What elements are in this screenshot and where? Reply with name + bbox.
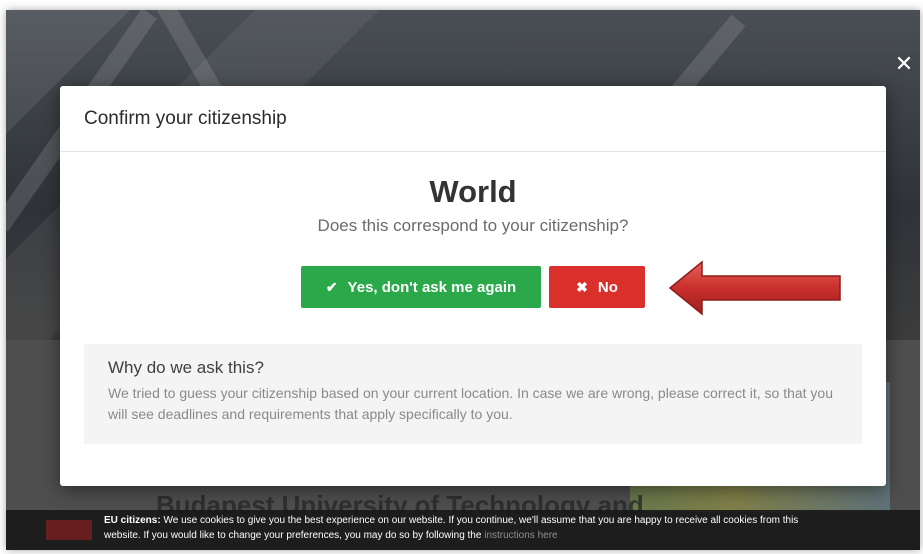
cookie-bar: EU citizens: We use cookies to give you … [6, 510, 920, 550]
cookie-logo [46, 520, 92, 540]
no-button[interactable]: ✖ No [549, 266, 645, 308]
times-icon: ✖ [576, 278, 588, 295]
citizenship-question: Does this correspond to your citizenship… [317, 216, 629, 235]
why-text: We tried to guess your citizenship based… [108, 385, 834, 422]
cookie-text: We use cookies to give you the best expe… [160, 515, 799, 526]
cookie-text: website. If you would like to change you… [104, 530, 485, 541]
why-box: Why do we ask this? We tried to guess yo… [84, 344, 862, 444]
cookie-instructions-link[interactable]: instructions here [484, 530, 557, 541]
close-icon[interactable]: ✕ [894, 53, 914, 75]
cookie-label: EU citizens: [104, 515, 161, 526]
yes-button-label: Yes, don't ask me again [347, 278, 517, 296]
modal-header: Confirm your citizenship [60, 86, 886, 152]
check-icon: ✔ [325, 278, 338, 295]
no-button-label: No [597, 278, 618, 296]
cookie-text-line2: website. If you would like to change you… [104, 528, 920, 543]
red-arrow-icon [668, 260, 841, 316]
modal-title: Confirm your citizenship [84, 107, 287, 129]
cookie-text-line1: EU citizens: We use cookies to give you … [104, 513, 920, 528]
yes-dont-ask-again-button[interactable]: ✔ Yes, don't ask me again [301, 266, 541, 308]
why-title: Why do we ask this? [108, 358, 264, 377]
country-name: World [429, 174, 517, 209]
